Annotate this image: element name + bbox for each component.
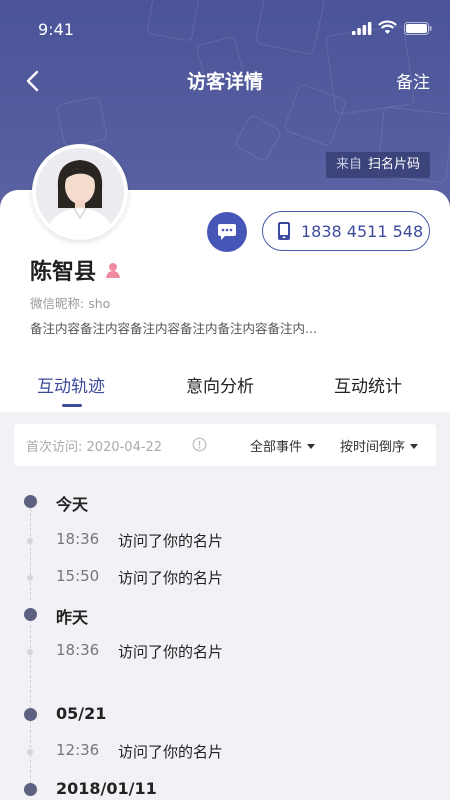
wechat-label: 微信昵称: — [30, 296, 85, 311]
tab-active-indicator — [62, 404, 82, 407]
timeline-item-dot — [27, 538, 33, 544]
timeline-item-desc: 访问了你的名片 — [118, 643, 224, 661]
timeline-connector — [30, 620, 31, 708]
event-filter-dropdown[interactable]: 全部事件 — [250, 436, 316, 455]
timeline-item-desc: 访问了你的名片 — [118, 743, 224, 761]
timeline-item-desc: 访问了你的名片 — [118, 569, 224, 587]
source-prefix: 来自 — [335, 157, 362, 172]
wifi-icon — [378, 20, 397, 34]
timeline-item-time: 18:36 — [56, 530, 100, 548]
sort-label: 按时间倒序 — [340, 440, 406, 455]
page-title: 访客详情 — [186, 71, 263, 93]
phone-number: 1838 4511 548 — [301, 221, 424, 241]
timeline-connector — [30, 508, 31, 600]
timeline-item-time: 15:50 — [56, 567, 100, 585]
timeline-group-dot — [24, 783, 37, 796]
timeline-group-dot — [24, 495, 37, 508]
timeline-item-dot — [27, 749, 33, 755]
tab-interaction-track[interactable]: 互动轨迹 — [37, 372, 105, 397]
timeline-group-label: 05/21 — [56, 704, 107, 723]
status-time: 9:41 — [38, 20, 74, 39]
caret-down-icon — [410, 444, 419, 449]
timeline-group-label: 今天 — [56, 495, 89, 514]
timeline-item-dot — [27, 649, 33, 655]
first-visit-date: 2020-04-22 — [86, 440, 163, 455]
wechat-value: sho — [88, 296, 111, 311]
caret-down-icon — [307, 444, 316, 449]
timeline-item-dot — [27, 575, 33, 581]
timeline-group-label: 2018/01/11 — [56, 779, 157, 798]
sort-dropdown[interactable]: 按时间倒序 — [340, 436, 419, 455]
chat-button[interactable] — [207, 212, 247, 252]
visitor-name-row: 陈智县 — [30, 254, 122, 286]
signal-icon — [352, 22, 372, 35]
phone-call-button[interactable]: 1838 4511 548 — [262, 211, 430, 251]
timeline-item-time: 12:36 — [56, 741, 100, 759]
battery-icon — [404, 22, 432, 35]
timeline-item-time: 18:36 — [56, 641, 100, 659]
female-user-icon — [106, 263, 121, 278]
info-circle-icon[interactable] — [192, 437, 207, 452]
avatar-image — [36, 148, 124, 236]
filter-bar: 首次访问: 2020-04-22 全部事件 按时间倒序 — [14, 424, 436, 466]
source-value: 扫名片码 — [367, 157, 420, 172]
first-visit: 首次访问: 2020-04-22 — [26, 436, 162, 455]
nav-bar: 访客详情 备注 — [0, 58, 450, 102]
tab-intent-analysis[interactable]: 意向分析 — [186, 372, 254, 397]
timeline-group-dot — [24, 708, 37, 721]
wechat-nickname: 微信昵称: sho — [30, 293, 110, 312]
remark-text: 备注内容备注内容备注内容备注内备注内容备注内... — [30, 321, 317, 336]
chat-bubble-icon — [218, 224, 236, 240]
status-bar: 9:41 — [0, 0, 450, 56]
avatar — [32, 144, 128, 240]
note-button[interactable]: 备注 — [396, 68, 430, 93]
timeline-group-dot — [24, 608, 37, 621]
mobile-phone-icon — [278, 222, 290, 240]
timeline: 今天 18:36 访问了你的名片 15:50 访问了你的名片 昨天 18:36 … — [0, 480, 450, 800]
timeline-item-desc: 访问了你的名片 — [118, 532, 224, 550]
tab-bar: 互动轨迹 意向分析 互动统计 — [0, 360, 450, 412]
first-visit-label: 首次访问: — [26, 440, 83, 455]
visitor-name: 陈智县 — [30, 260, 97, 285]
event-filter-label: 全部事件 — [250, 440, 303, 455]
timeline-group-label: 昨天 — [56, 608, 89, 627]
tab-interaction-stats[interactable]: 互动统计 — [334, 372, 402, 397]
source-badge: 来自 扫名片码 — [325, 152, 430, 178]
